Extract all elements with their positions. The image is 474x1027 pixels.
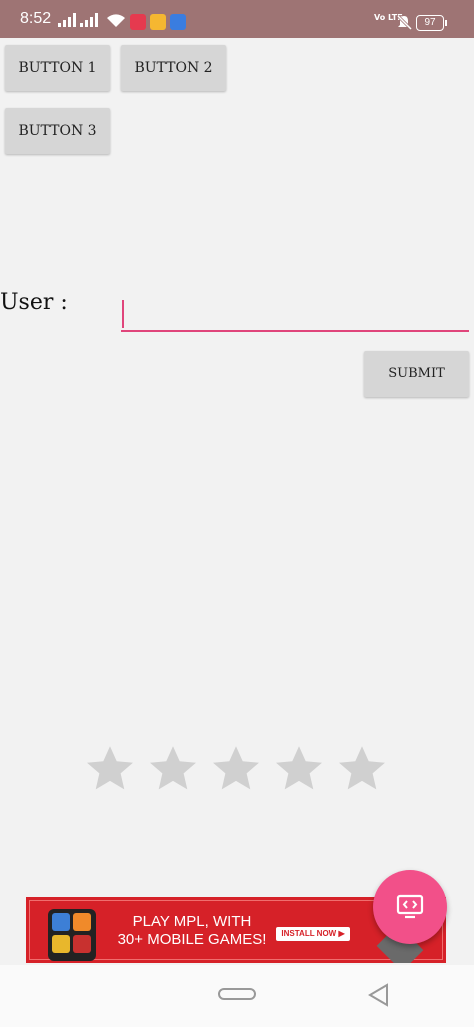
star-icon[interactable]: [336, 743, 388, 795]
ad-headline-line2: 30+ MOBILE GAMES!: [117, 931, 267, 948]
home-pill-icon[interactable]: [218, 988, 256, 1000]
status-bar: 8:52 Vo LTE 97: [0, 0, 474, 38]
star-icon[interactable]: [210, 743, 262, 795]
ad-install-button[interactable]: INSTALL NOW ▶: [276, 927, 350, 941]
navigation-bar: [0, 965, 474, 1027]
signal-icon: [58, 13, 76, 27]
star-icon[interactable]: [147, 743, 199, 795]
fab-button[interactable]: [373, 870, 447, 944]
battery-icon: 97: [416, 15, 447, 31]
usb-icon: [170, 14, 186, 30]
button-2[interactable]: BUTTON 2: [121, 45, 226, 91]
user-input[interactable]: [121, 298, 469, 332]
code-screen-icon: [396, 894, 424, 919]
star-icon[interactable]: [84, 743, 136, 795]
button-3[interactable]: BUTTON 3: [5, 108, 110, 154]
signal-icon: [80, 13, 98, 27]
ad-headline: PLAY MPL, WITH 30+ MOBILE GAMES!: [112, 913, 272, 949]
back-icon[interactable]: [368, 983, 390, 1007]
button-1[interactable]: BUTTON 1: [5, 45, 110, 91]
wifi-icon: [107, 14, 125, 27]
submit-button[interactable]: SUBMIT: [364, 351, 469, 397]
video-call-icon: [130, 14, 146, 30]
ad-phone-image: [48, 909, 96, 961]
download-icon: [150, 14, 166, 30]
text-cursor: [122, 300, 124, 328]
star-icon[interactable]: [273, 743, 325, 795]
ad-headline-line1: PLAY MPL, WITH: [132, 913, 252, 930]
mute-icon: [396, 14, 412, 30]
status-time: 8:52: [20, 10, 52, 27]
user-label: User :: [0, 290, 68, 315]
